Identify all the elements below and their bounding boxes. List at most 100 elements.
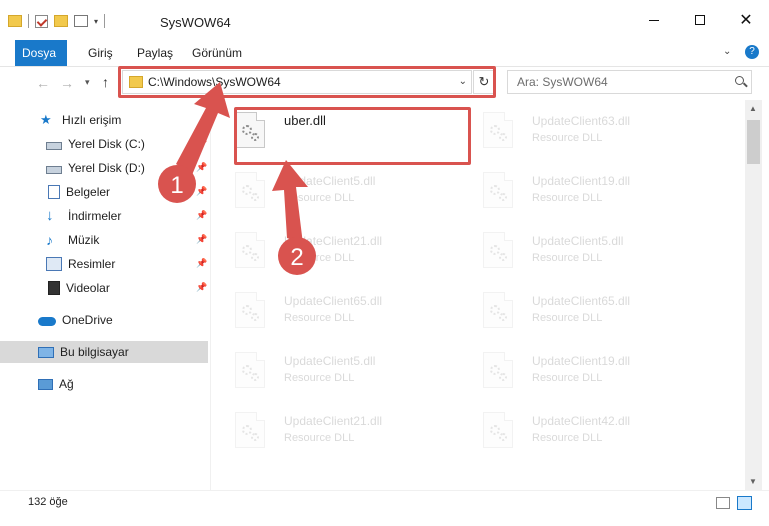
- customize-icon[interactable]: [74, 15, 88, 27]
- file-item[interactable]: UpdateClient21.dll Resource DLL: [211, 225, 449, 275]
- help-icon[interactable]: ?: [745, 45, 759, 59]
- file-name: UpdateClient65.dll: [284, 294, 383, 308]
- sidebar-item-network[interactable]: Ağ: [0, 373, 208, 395]
- file-item[interactable]: UpdateClient5.dll Resource DLL: [211, 345, 449, 395]
- gear-icon: [499, 193, 507, 201]
- chevron-down-icon[interactable]: ▾: [94, 17, 98, 26]
- tab-file[interactable]: Dosya: [15, 40, 67, 66]
- file-item[interactable]: UpdateClient65.dll Resource DLL: [211, 285, 449, 335]
- search-icon[interactable]: [735, 76, 744, 85]
- pin-icon[interactable]: 📌: [196, 162, 207, 173]
- gear-icon: [499, 433, 507, 441]
- scroll-thumb[interactable]: [747, 120, 760, 164]
- dll-file-icon: [483, 292, 513, 328]
- address-highlight-box: [118, 66, 496, 98]
- pin-icon[interactable]: 📌: [196, 138, 207, 149]
- downloads-icon: ↓: [46, 207, 54, 224]
- sidebar-item-disk-d[interactable]: Yerel Disk (D:) 📌: [0, 157, 208, 179]
- sidebar-item-quick-access[interactable]: ★ Hızlı erişim: [0, 109, 208, 131]
- gear-icon: [251, 313, 259, 321]
- file-type: Resource DLL: [532, 372, 603, 384]
- dll-file-icon: [235, 352, 265, 388]
- dll-file-icon: [483, 412, 513, 448]
- search-input[interactable]: Ara: SysWOW64: [507, 70, 752, 94]
- sidebar-item-label: Resimler: [68, 257, 116, 271]
- new-folder-icon[interactable]: [54, 15, 68, 27]
- dll-file-icon: [235, 412, 265, 448]
- tab-view[interactable]: Görünüm: [182, 40, 252, 66]
- sidebar-item-onedrive[interactable]: OneDrive: [0, 309, 208, 331]
- file-type: Resource DLL: [532, 252, 603, 264]
- sidebar-item-label: OneDrive: [62, 313, 113, 327]
- expand-ribbon-icon[interactable]: ⌄: [723, 46, 731, 57]
- computer-icon: [38, 346, 54, 358]
- dll-file-icon: [483, 352, 513, 388]
- quick-access-toolbar: ▾: [8, 14, 106, 28]
- music-icon: ♪: [46, 232, 53, 248]
- dll-file-icon: [235, 172, 265, 208]
- sidebar-item-documents[interactable]: Belgeler 📌: [0, 181, 208, 203]
- file-item[interactable]: UpdateClient21.dll Resource DLL: [211, 405, 449, 455]
- gear-icon: [251, 373, 259, 381]
- pin-icon[interactable]: 📌: [196, 282, 207, 293]
- properties-check-icon[interactable]: [35, 14, 48, 28]
- sidebar-item-disk-c[interactable]: Yerel Disk (C:) 📌: [0, 133, 208, 155]
- file-item[interactable]: UpdateClient63.dll Resource DLL: [459, 105, 697, 155]
- file-item[interactable]: UpdateClient19.dll Resource DLL: [459, 345, 697, 395]
- search-placeholder: Ara: SysWOW64: [517, 75, 608, 89]
- back-arrow-icon[interactable]: ←: [36, 75, 50, 91]
- file-highlight-box: [234, 107, 471, 165]
- pin-icon[interactable]: 📌: [196, 234, 207, 245]
- dll-file-icon: [483, 172, 513, 208]
- gear-icon: [490, 425, 500, 435]
- scroll-up-icon[interactable]: ▲: [749, 104, 757, 113]
- pin-icon[interactable]: 📌: [196, 258, 207, 269]
- sidebar-item-label: Belgeler: [66, 185, 111, 199]
- tab-share[interactable]: Paylaş: [127, 40, 183, 66]
- sidebar-item-label: Videolar: [66, 281, 110, 295]
- gear-icon: [490, 185, 500, 195]
- pin-icon[interactable]: 📌: [196, 210, 207, 221]
- sidebar-item-label: Yerel Disk (D:): [68, 161, 145, 175]
- sidebar-item-label: Ağ: [59, 377, 74, 391]
- file-item[interactable]: UpdateClient5.dll Resource DLL: [459, 225, 697, 275]
- network-icon: [38, 378, 53, 390]
- file-name: UpdateClient65.dll: [532, 294, 631, 308]
- folder-icon[interactable]: [8, 15, 22, 27]
- file-item[interactable]: UpdateClient19.dll Resource DLL: [459, 165, 697, 215]
- file-item[interactable]: UpdateClient5.dll Resource DLL: [211, 165, 449, 215]
- maximize-button[interactable]: [677, 0, 723, 40]
- dll-file-icon: [235, 292, 265, 328]
- title-bar: ▾ SysWOW64 ✕: [0, 0, 769, 40]
- sidebar-item-this-pc[interactable]: Bu bilgisayar: [0, 341, 208, 363]
- gear-icon: [499, 133, 507, 141]
- forward-arrow-icon[interactable]: →: [60, 75, 74, 91]
- close-button[interactable]: ✕: [723, 0, 769, 40]
- tab-home[interactable]: Giriş: [78, 40, 123, 66]
- file-name: UpdateClient21.dll: [284, 234, 383, 248]
- sidebar-item-music[interactable]: ♪ Müzik 📌: [0, 229, 208, 251]
- toolbar-separator: [28, 14, 29, 28]
- vertical-scrollbar[interactable]: ▲ ▼: [745, 100, 762, 490]
- pin-icon[interactable]: 📌: [196, 186, 207, 197]
- file-type: Resource DLL: [532, 432, 603, 444]
- sidebar-item-label: Hızlı erişim: [62, 113, 122, 127]
- file-item[interactable]: UpdateClient42.dll Resource DLL: [459, 405, 697, 455]
- gear-icon: [242, 425, 252, 435]
- sidebar-item-videos[interactable]: Videolar 📌: [0, 277, 208, 299]
- sidebar-item-downloads[interactable]: ↓ İndirmeler 📌: [0, 205, 208, 227]
- gear-icon: [251, 433, 259, 441]
- file-type: Resource DLL: [532, 192, 603, 204]
- file-item[interactable]: UpdateClient65.dll Resource DLL: [459, 285, 697, 335]
- minimize-button[interactable]: [631, 0, 677, 40]
- item-count: 132 öğe: [28, 496, 68, 508]
- up-arrow-icon[interactable]: ↑: [102, 74, 109, 90]
- sidebar-item-pictures[interactable]: Resimler 📌: [0, 253, 208, 275]
- recent-locations-icon[interactable]: ▾: [85, 77, 90, 88]
- large-icons-view-icon[interactable]: [737, 496, 752, 510]
- file-type: Resource DLL: [532, 132, 603, 144]
- gear-icon: [490, 305, 500, 315]
- scroll-down-icon[interactable]: ▼: [749, 477, 757, 486]
- sidebar-item-label: Müzik: [68, 233, 100, 247]
- details-view-icon[interactable]: [716, 497, 730, 509]
